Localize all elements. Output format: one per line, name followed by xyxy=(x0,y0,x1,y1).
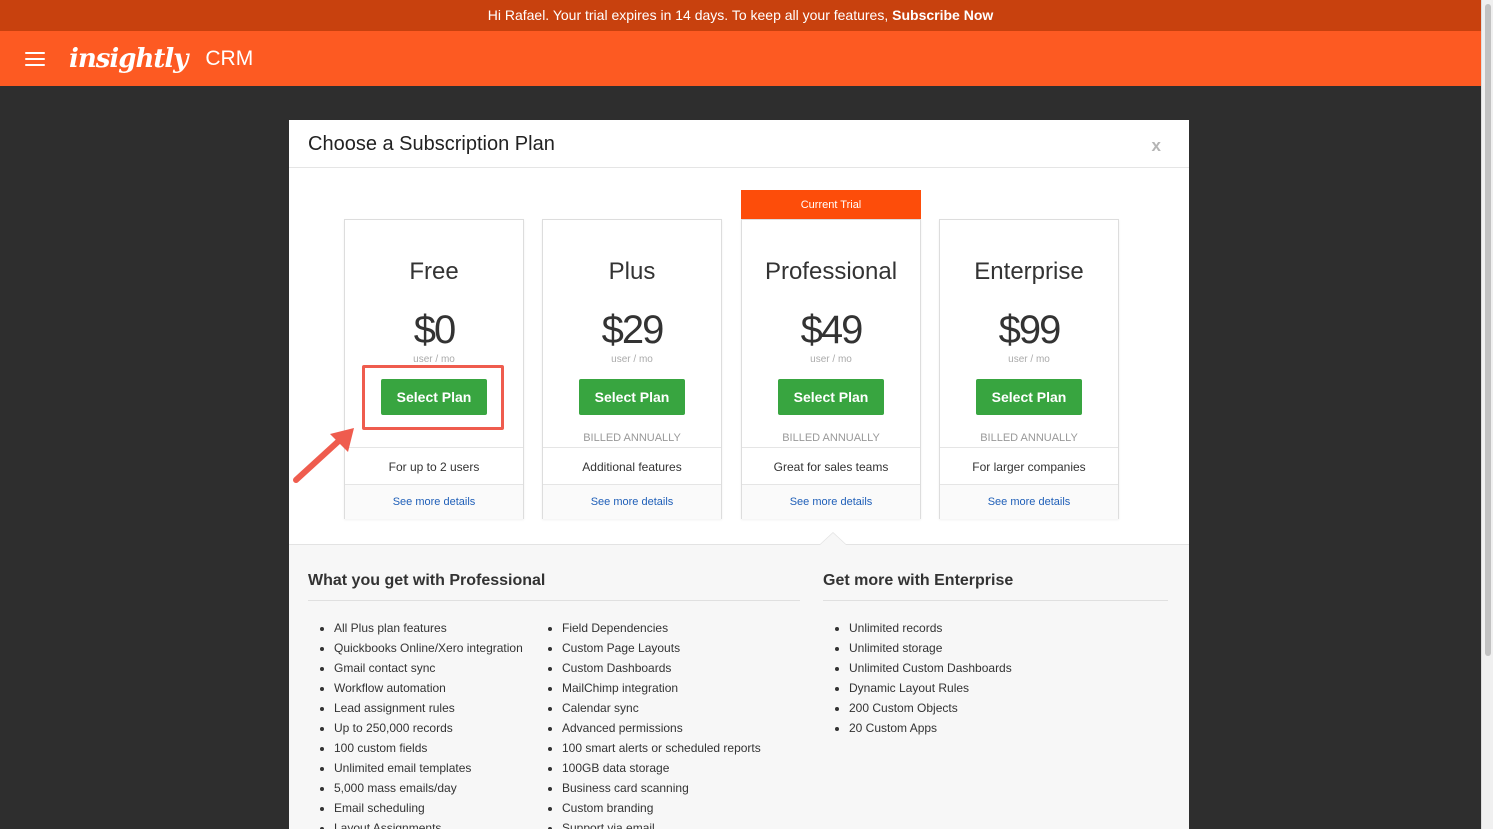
feature-item: Advanced permissions xyxy=(562,718,761,738)
feature-item: Workflow automation xyxy=(334,678,523,698)
select-plan-enterprise-button[interactable]: Select Plan xyxy=(976,379,1082,415)
feature-item: Up to 250,000 records xyxy=(334,718,523,738)
features-panel: What you get with Professional All Plus … xyxy=(289,532,1189,829)
billing-note: BILLED ANNUALLY xyxy=(782,432,880,444)
professional-features-heading: What you get with Professional xyxy=(308,572,800,601)
feature-item: 100 smart alerts or scheduled reports xyxy=(562,738,761,758)
feature-item: MailChimp integration xyxy=(562,678,761,698)
feature-item: Unlimited records xyxy=(849,618,1012,638)
feature-item: 100GB data storage xyxy=(562,758,761,778)
feature-item: Custom Dashboards xyxy=(562,658,761,678)
plan-price: $49 xyxy=(800,308,864,352)
feature-item: Unlimited Custom Dashboards xyxy=(849,658,1012,678)
feature-item: Gmail contact sync xyxy=(334,658,523,678)
feature-item: Custom Page Layouts xyxy=(562,638,761,658)
plan-card-plus: Plus $29 user / mo Select Plan BILLED AN… xyxy=(542,219,722,519)
modal-header: Choose a Subscription Plan x xyxy=(289,120,1189,168)
feature-item: Lead assignment rules xyxy=(334,698,523,718)
select-plan-free-button[interactable]: Select Plan xyxy=(381,379,487,415)
professional-features-list-2: Field Dependencies Custom Page Layouts C… xyxy=(536,618,761,829)
enterprise-features-heading: Get more with Enterprise xyxy=(823,572,1168,601)
features-pointer xyxy=(819,532,847,545)
feature-item: 20 Custom Apps xyxy=(849,718,1012,738)
plan-price: $29 xyxy=(601,308,665,352)
insightly-logo[interactable]: insightly xyxy=(69,44,188,74)
feature-item: Layout Assignments xyxy=(334,818,523,829)
feature-item: Quickbooks Online/Xero integration xyxy=(334,638,523,658)
plans-row: Free $0 user / mo Select Plan For up to … xyxy=(289,168,1189,544)
subscription-modal: Choose a Subscription Plan x Free $0 use… xyxy=(289,120,1189,829)
page-scrollbar[interactable] xyxy=(1481,0,1493,829)
feature-item: Unlimited email templates xyxy=(334,758,523,778)
product-name: CRM xyxy=(205,46,254,70)
plan-name: Free xyxy=(409,258,459,285)
professional-features-list-1: All Plus plan features Quickbooks Online… xyxy=(308,618,523,829)
plan-unit: user / mo xyxy=(1008,354,1050,365)
select-plan-plus-button[interactable]: Select Plan xyxy=(579,379,685,415)
enterprise-features-list: Unlimited records Unlimited storage Unli… xyxy=(823,618,1012,738)
see-more-details-link[interactable]: See more details xyxy=(543,484,721,519)
close-button[interactable]: x xyxy=(1152,136,1161,156)
plan-name: Professional xyxy=(764,258,898,285)
see-more-details-link[interactable]: See more details xyxy=(345,484,523,519)
plan-name: Plus xyxy=(608,258,656,285)
feature-item: Email scheduling xyxy=(334,798,523,818)
plan-price: $99 xyxy=(998,308,1062,352)
feature-item: Dynamic Layout Rules xyxy=(849,678,1012,698)
billing-note: BILLED ANNUALLY xyxy=(583,432,681,444)
top-nav-bar: insightly CRM xyxy=(0,31,1481,86)
feature-item: Unlimited storage xyxy=(849,638,1012,658)
modal-title: Choose a Subscription Plan xyxy=(308,133,555,155)
plan-unit: user / mo xyxy=(413,354,455,365)
feature-item: 200 Custom Objects xyxy=(849,698,1012,718)
feature-item: Field Dependencies xyxy=(562,618,761,638)
plan-card-free: Free $0 user / mo Select Plan For up to … xyxy=(344,219,524,519)
feature-item: Support via email xyxy=(562,818,761,829)
billing-note: BILLED ANNUALLY xyxy=(980,432,1078,444)
subscribe-now-link[interactable]: Subscribe Now xyxy=(892,7,993,23)
plan-description: For up to 2 users xyxy=(345,447,523,484)
plan-unit: user / mo xyxy=(810,354,852,365)
feature-item: Custom branding xyxy=(562,798,761,818)
feature-item: 100 custom fields xyxy=(334,738,523,758)
plan-price: $0 xyxy=(413,308,457,352)
plan-description: Great for sales teams xyxy=(742,447,920,484)
trial-banner-text: Hi Rafael. Your trial expires in 14 days… xyxy=(487,7,893,23)
hamburger-icon[interactable] xyxy=(25,51,45,66)
plan-unit: user / mo xyxy=(611,354,653,365)
trial-banner: Hi Rafael. Your trial expires in 14 days… xyxy=(0,0,1481,31)
scrollbar-thumb[interactable] xyxy=(1485,4,1491,656)
see-more-details-link[interactable]: See more details xyxy=(940,484,1118,519)
plan-name: Enterprise xyxy=(974,258,1084,285)
feature-item: 5,000 mass emails/day xyxy=(334,778,523,798)
select-plan-professional-button[interactable]: Select Plan xyxy=(778,379,884,415)
plan-description: Additional features xyxy=(543,447,721,484)
feature-item: All Plus plan features xyxy=(334,618,523,638)
see-more-details-link[interactable]: See more details xyxy=(742,484,920,519)
plan-card-enterprise: Enterprise $99 user / mo Select Plan BIL… xyxy=(939,219,1119,519)
feature-item: Calendar sync xyxy=(562,698,761,718)
plan-description: For larger companies xyxy=(940,447,1118,484)
feature-item: Business card scanning xyxy=(562,778,761,798)
current-trial-badge: Current Trial xyxy=(741,190,921,222)
plan-card-professional: Professional $49 user / mo Select Plan B… xyxy=(741,219,921,519)
